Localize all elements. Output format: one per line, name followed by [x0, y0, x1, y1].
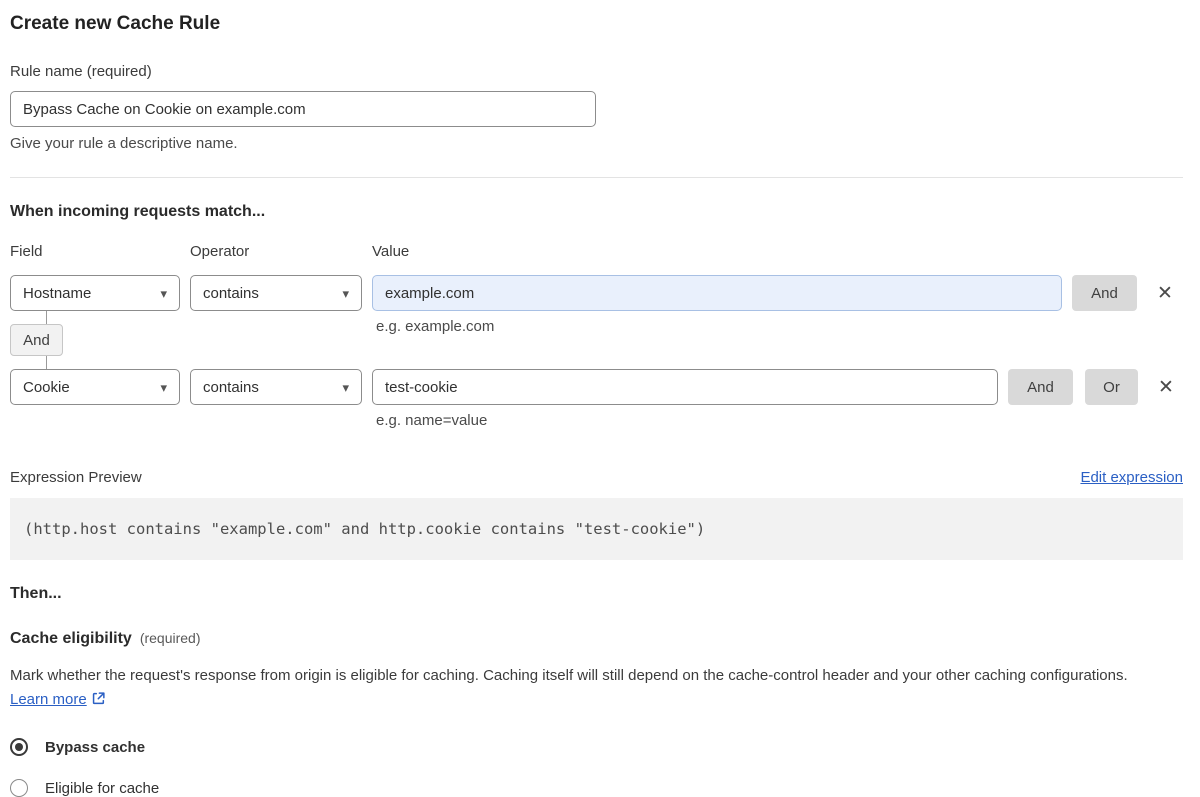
required-tag: (required) — [139, 630, 201, 646]
chevron-down-icon: ▾ — [342, 379, 349, 395]
operator-select[interactable]: contains ▾ — [190, 369, 362, 405]
radio-unselected-icon — [10, 779, 28, 797]
close-icon[interactable]: ✕ — [1155, 283, 1175, 303]
radio-selected-icon — [10, 738, 28, 756]
field-select[interactable]: Hostname ▾ — [10, 275, 180, 311]
radio-label: Eligible for cache — [45, 779, 160, 797]
field-select-value: Cookie — [23, 378, 70, 396]
expression-code: (http.host contains "example.com" and ht… — [24, 520, 706, 538]
external-link-icon — [91, 690, 106, 714]
radio-eligible-for-cache[interactable]: Eligible for cache — [10, 779, 1183, 797]
match-heading: When incoming requests match... — [10, 203, 266, 220]
close-icon[interactable]: ✕ — [1156, 377, 1176, 397]
radio-label: Bypass cache — [45, 738, 146, 756]
radio-bypass-cache[interactable]: Bypass cache — [10, 738, 1183, 756]
connector-line — [46, 356, 47, 369]
operator-column-label: Operator — [190, 243, 250, 260]
operator-select[interactable]: contains ▾ — [190, 275, 362, 311]
condition-row-1: Hostname ▾ contains ▾ e.g. example.com A… — [10, 275, 1183, 335]
edit-expression-link[interactable]: Edit expression — [1080, 469, 1183, 486]
add-or-condition-button[interactable]: Or — [1085, 369, 1138, 405]
condition-row-2: Cookie ▾ contains ▾ e.g. name=value And … — [10, 369, 1183, 429]
condition-column-headers: Field Operator Value — [10, 243, 1183, 261]
expression-preview-label: Expression Preview — [10, 469, 142, 486]
chevron-down-icon: ▾ — [342, 285, 349, 301]
value-field-wrap: e.g. example.com — [372, 275, 1062, 335]
then-heading: Then... — [10, 585, 62, 602]
chevron-down-icon: ▾ — [160, 285, 167, 301]
cache-eligibility-header: Cache eligibility (required) — [10, 630, 1183, 648]
operator-select-value: contains — [203, 378, 259, 396]
connector-line — [46, 311, 47, 324]
value-field-wrap: e.g. name=value — [372, 369, 998, 429]
rule-name-label: Rule name (required) — [10, 63, 152, 80]
connector-and-button[interactable]: And — [10, 324, 63, 356]
value-column-label: Value — [372, 243, 410, 260]
operator-select-value: contains — [203, 284, 259, 302]
section-divider — [10, 177, 1183, 178]
value-hint: e.g. name=value — [376, 412, 488, 429]
value-input[interactable] — [372, 275, 1062, 311]
learn-more-link[interactable]: Learn more — [10, 691, 87, 708]
page-title: Create new Cache Rule — [10, 13, 221, 34]
add-and-condition-button[interactable]: And — [1072, 275, 1137, 311]
cache-eligibility-title: Cache eligibility — [10, 630, 132, 647]
rule-name-input[interactable] — [10, 91, 596, 127]
create-cache-rule-form: Create new Cache Rule Rule name (require… — [0, 0, 1200, 797]
field-select[interactable]: Cookie ▾ — [10, 369, 180, 405]
rule-name-help: Give your rule a descriptive name. — [10, 135, 238, 152]
cache-eligibility-description: Mark whether the request's response from… — [10, 664, 1170, 714]
description-text: Mark whether the request's response from… — [10, 667, 1128, 684]
expression-preview-header: Expression Preview Edit expression — [10, 469, 1183, 486]
expression-preview-block: (http.host contains "example.com" and ht… — [10, 498, 1183, 560]
row-connector: And — [10, 311, 1183, 369]
value-hint: e.g. example.com — [376, 318, 495, 335]
value-input[interactable] — [372, 369, 998, 405]
chevron-down-icon: ▾ — [160, 379, 167, 395]
add-and-condition-button[interactable]: And — [1008, 369, 1073, 405]
field-column-label: Field — [10, 243, 43, 260]
field-select-value: Hostname — [23, 284, 92, 302]
